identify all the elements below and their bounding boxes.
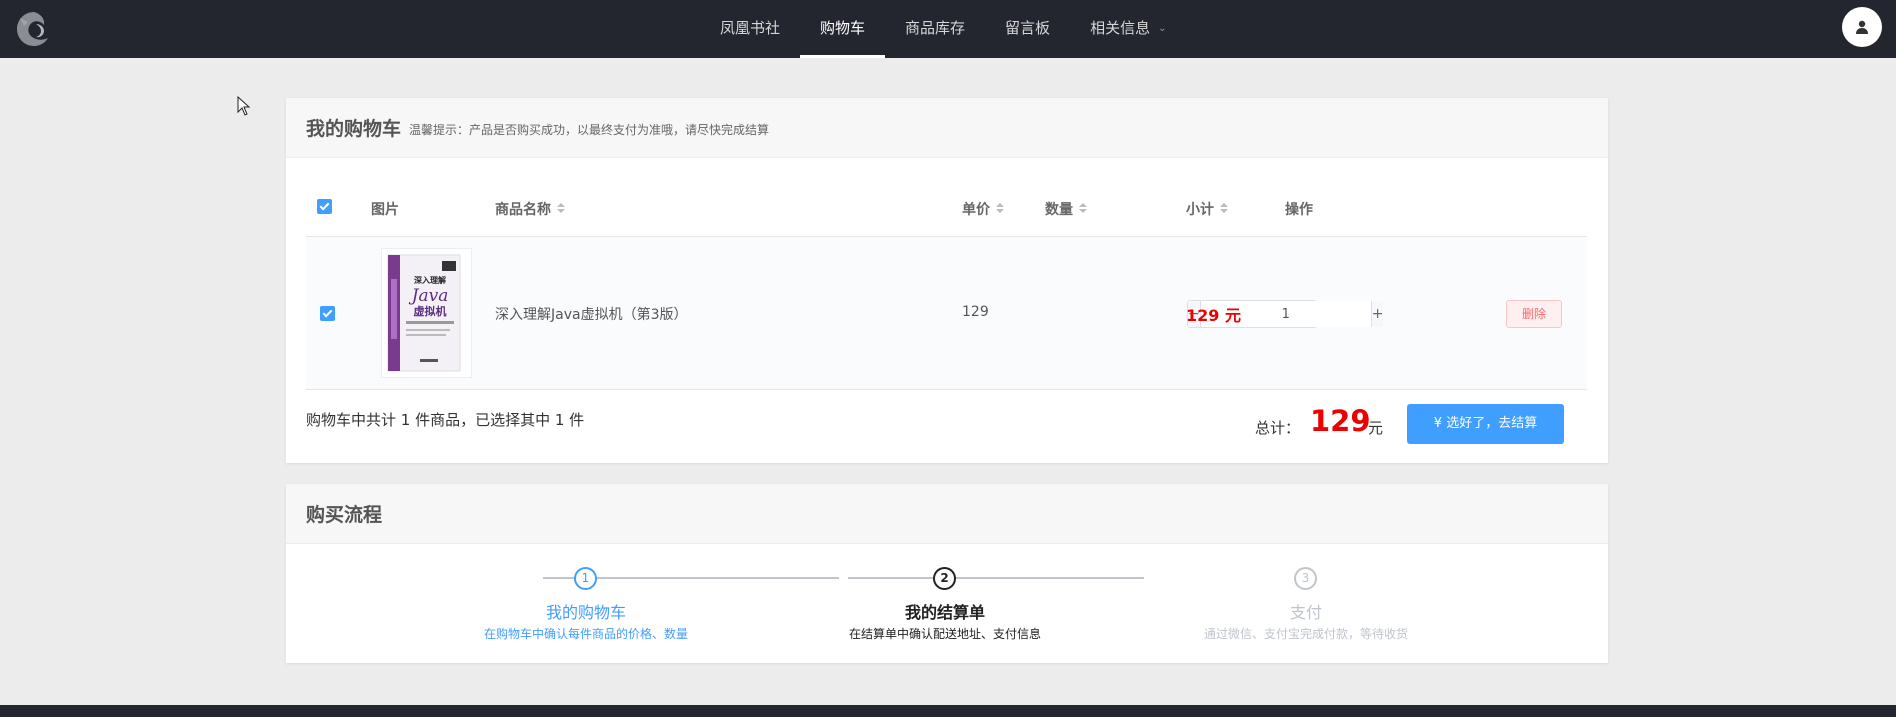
cart-tip: 温馨提示：产品是否购买成功，以最终支付为准哦，请尽快完成结算 [409,123,770,137]
select-all-checkbox[interactable] [317,199,332,214]
nav-item-cart[interactable]: 购物车 [800,0,886,58]
item-name[interactable]: 深入理解Java虚拟机（第3版） [495,304,687,324]
chevron-down-icon: ⌄ [1158,22,1167,34]
step-number-badge: 1 [574,567,597,590]
svg-text:深入理解: 深入理解 [414,275,446,285]
nav-item-message-board[interactable]: 留言板 [985,0,1070,58]
column-label: 小计 [1186,202,1214,218]
item-price: 129 [962,304,989,320]
item-subtotal: 129 元 [1186,306,1241,325]
svg-text:Java: Java [409,286,449,306]
column-header-name[interactable]: 商品名称 [495,199,565,219]
row-checkbox[interactable] [320,306,335,321]
user-avatar[interactable] [1842,7,1882,47]
cart-summary: 购物车中共计 1 件商品，已选择其中 1 件 [306,411,585,429]
column-header-image: 图片 [371,202,399,218]
step-description: 在结算单中确认配送地址、支付信息 [848,627,1041,641]
nav-label: 留言板 [1005,19,1051,37]
cart-header: 我的购物车 温馨提示：产品是否购买成功，以最终支付为准哦，请尽快完成结算 [286,98,1608,158]
cart-table: 图片 商品名称 单价 数量 小计 操作 深入理解 Java 虚拟机 深入理解Ja… [306,177,1587,390]
total-unit: 元 [1368,419,1384,437]
column-label: 商品名称 [495,202,551,218]
step-connector [848,577,1144,579]
table-row: 深入理解 Java 虚拟机 深入理解Java虚拟机（第3版） 129 − + 1… [306,237,1587,390]
top-navbar: 凤凰书社 购物车 商品库存 留言板 相关信息 ⌄ [0,0,1896,58]
phoenix-logo-icon[interactable] [14,10,54,48]
nav-label: 相关信息 [1090,19,1151,37]
mouse-cursor-icon [237,95,251,120]
step-number-badge: 2 [933,567,956,590]
step-number-badge: 3 [1294,567,1317,590]
sort-icon[interactable] [557,203,565,213]
column-label: 单价 [962,202,990,218]
footer-bar [0,705,1896,717]
book-cover-image[interactable]: 深入理解 Java 虚拟机 [381,248,472,378]
user-icon [1856,20,1868,34]
delete-button[interactable]: 删除 [1506,300,1562,328]
step-title: 我的结算单 [904,603,985,622]
cart-panel: 我的购物车 温馨提示：产品是否购买成功，以最终支付为准哦，请尽快完成结算 图片 … [286,98,1608,463]
column-header-qty[interactable]: 数量 [1045,199,1087,219]
nav-item-inventory[interactable]: 商品库存 [885,0,985,58]
step-title: 我的购物车 [545,603,626,622]
nav-item-related-info[interactable]: 相关信息 ⌄ [1070,0,1186,58]
cart-footer: 购物车中共计 1 件商品，已选择其中 1 件 总计： 129 元 ¥ 选好了，去… [306,391,1587,451]
sort-icon[interactable] [996,203,1004,213]
cart-title: 我的购物车 [306,118,402,140]
nav-label: 商品库存 [905,19,966,37]
step-description: 在购物车中确认每件商品的价格、数量 [483,627,688,641]
sort-icon[interactable] [1220,203,1228,213]
purchase-flow-panel: 购买流程 1 2 3 我的购物车 在购物车中确认每件商品的价格、数量 我的结算单… [286,484,1608,663]
total-value: 129 [1310,404,1371,438]
main-nav: 凤凰书社 购物车 商品库存 留言板 相关信息 ⌄ [700,0,1186,58]
column-header-action: 操作 [1285,202,1313,218]
table-header: 图片 商品名称 单价 数量 小计 操作 [306,177,1587,237]
total-label: 总计： [1255,419,1301,437]
column-header-price[interactable]: 单价 [962,199,1004,219]
plus-icon[interactable]: + [1370,301,1384,327]
nav-label: 凤凰书社 [720,19,781,37]
flow-title: 购买流程 [306,504,383,526]
nav-label: 购物车 [820,19,866,37]
flow-header: 购买流程 [286,484,1608,544]
nav-item-bookstore[interactable]: 凤凰书社 [700,0,800,58]
step-description: 通过微信、支付宝完成付款，等待收货 [1203,627,1408,641]
svg-text:虚拟机: 虚拟机 [414,304,447,318]
column-header-subtotal[interactable]: 小计 [1186,199,1228,219]
checkout-button[interactable]: ¥ 选好了，去结算 [1407,404,1564,444]
sort-icon[interactable] [1079,203,1087,213]
column-label: 数量 [1045,202,1073,218]
step-title: 支付 [1289,603,1322,622]
